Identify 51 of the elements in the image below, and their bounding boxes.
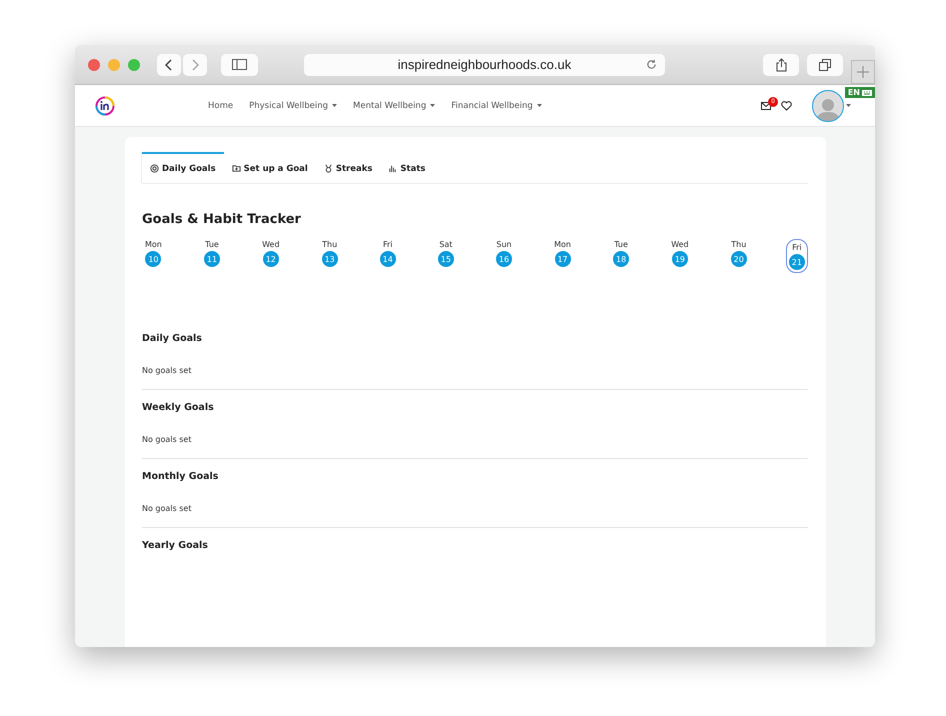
keyboard-icon	[862, 90, 872, 96]
day-item[interactable]: Tue 11	[200, 239, 223, 273]
day-item[interactable]: Wed 12	[259, 239, 283, 273]
bar-chart-icon	[388, 164, 398, 173]
language-button[interactable]: EN	[844, 87, 875, 98]
nav-link[interactable]: Home	[208, 100, 234, 110]
section-heading: Monthly Goals	[142, 471, 220, 482]
tab[interactable]: Daily Goals	[142, 152, 224, 183]
avatar[interactable]	[812, 90, 844, 122]
day-item[interactable]: Fri 14	[376, 239, 399, 273]
target-icon	[150, 164, 159, 173]
person-silhouette-icon	[815, 96, 841, 120]
day-item[interactable]: Wed 19	[668, 239, 692, 273]
tabs-icon	[819, 58, 831, 70]
mail-icon[interactable]	[761, 102, 771, 110]
day-item[interactable]: Sat 15	[434, 239, 457, 273]
nav-link[interactable]: Physical Wellbeing	[249, 100, 338, 110]
section-heading: Yearly Goals	[142, 540, 209, 551]
empty-message: No goals set	[142, 504, 192, 513]
share-button[interactable]	[763, 54, 799, 76]
day-item[interactable]: Sun 16	[492, 239, 515, 273]
page-title: Goals & Habit Tracker	[142, 212, 302, 227]
back-button[interactable]	[157, 54, 181, 76]
chevron-right-icon	[191, 58, 199, 70]
sidebar-button[interactable]	[221, 54, 258, 76]
day-item[interactable]: Thu 13	[318, 239, 341, 273]
caret-icon	[846, 104, 851, 107]
folder-icon	[232, 164, 241, 173]
day-item[interactable]: Tue 18	[610, 239, 632, 273]
day-item[interactable]: Thu 20	[728, 239, 750, 273]
plus-icon	[857, 66, 869, 78]
empty-message: No goals set	[142, 435, 192, 444]
day-item[interactable]: Mon 10	[142, 239, 165, 273]
new-tab-button[interactable]	[851, 60, 875, 84]
day-item[interactable]: Mon 17	[551, 239, 574, 273]
tabs-button[interactable]	[807, 54, 843, 76]
address-bar[interactable]: inspiredneighbourhoods.co.uk	[304, 54, 665, 76]
close-window-button[interactable]	[88, 58, 100, 70]
day-item[interactable]: Fri 21	[786, 239, 808, 273]
sidebar-icon	[232, 59, 247, 70]
section-heading: Daily Goals	[142, 333, 203, 344]
section-heading: Weekly Goals	[142, 402, 215, 413]
nav-link[interactable]: Financial Wellbeing	[451, 100, 542, 110]
nav-link[interactable]: Mental Wellbeing	[353, 100, 436, 110]
chevron-left-icon	[165, 58, 173, 70]
medal-icon	[324, 164, 333, 173]
heart-icon[interactable]	[781, 100, 792, 110]
share-icon	[776, 58, 786, 72]
logo-icon[interactable]	[95, 96, 115, 116]
reload-icon	[646, 59, 657, 70]
empty-message: No goals set	[142, 366, 192, 375]
